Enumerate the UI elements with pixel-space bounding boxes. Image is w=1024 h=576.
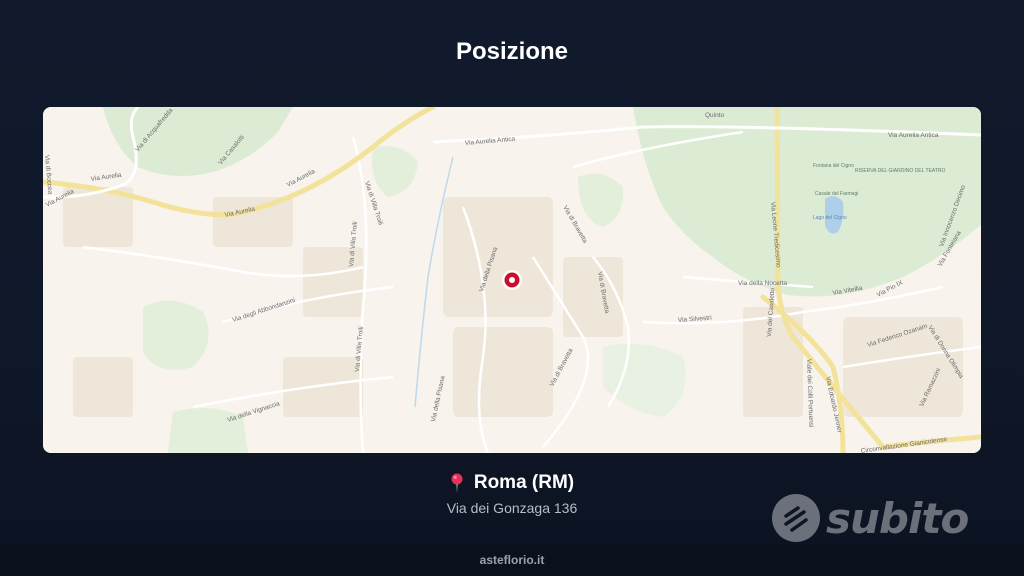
street-label-via-aurelia-antica: Via Aurelia Antica (888, 132, 939, 139)
map-pin-icon (450, 473, 464, 493)
park-label-teatro: RISERVA DEL GIARDINO DEL TEATRO (855, 168, 946, 174)
footer: asteflorio.it (0, 544, 1024, 576)
map-view[interactable]: Via Aurelia Via Aurelia Via Aurelia Via … (43, 107, 981, 453)
location-marker-icon[interactable] (502, 270, 522, 290)
brand-logo: subito (772, 491, 972, 545)
water-label-lago-cigno: Lago del Cigno (813, 215, 847, 221)
street-label-via-della-nocetta: Via della Nocetta (738, 280, 787, 287)
page-title: Posizione (455, 38, 569, 65)
footer-site[interactable]: asteflorio.it (480, 553, 545, 567)
subito-logo-icon (772, 494, 820, 542)
park-label-fontana-cigno: Fontana del Cigno (813, 163, 854, 169)
park-area-west (143, 300, 209, 370)
brand-name: subito (826, 493, 969, 543)
street-label-via-di-quinto: Quinto (705, 112, 725, 119)
location-city: Roma (RM) (473, 472, 575, 493)
park-label-casale-farmagi: Casale del Farmagi (815, 191, 858, 197)
